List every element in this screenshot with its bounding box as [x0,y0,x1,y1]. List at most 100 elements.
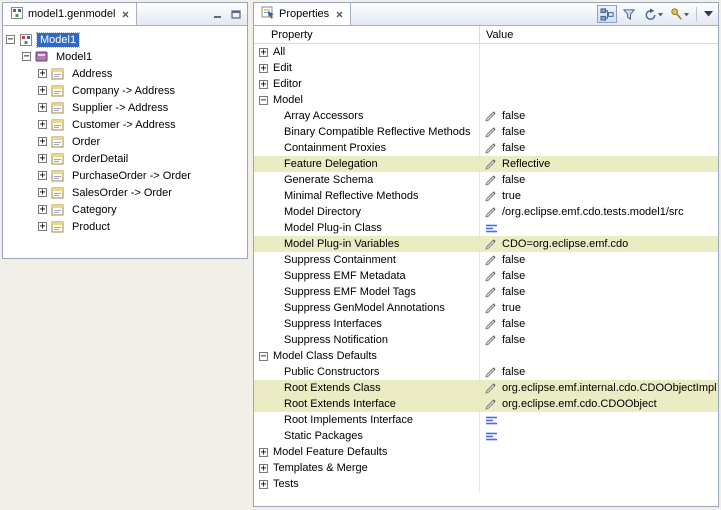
property-row[interactable]: Array Accessorsfalse [254,108,718,124]
category-expander-icon[interactable]: + [259,48,268,57]
property-value-cell[interactable] [480,92,718,108]
property-row[interactable]: Suppress GenModel Annotationstrue [254,300,718,316]
property-row[interactable]: Suppress Interfacesfalse [254,316,718,332]
maximize-button[interactable] [228,7,243,22]
property-row[interactable]: Minimal Reflective Methodstrue [254,188,718,204]
property-value-cell[interactable]: org.eclipse.emf.cdo.CDOObject [480,396,718,412]
property-category-row[interactable]: +All [254,44,718,60]
property-row[interactable]: Public Constructorsfalse [254,364,718,380]
property-row[interactable]: Suppress EMF Metadatafalse [254,268,718,284]
property-row[interactable]: Feature DelegationReflective [254,156,718,172]
tree-item[interactable]: +SalesOrder -> Order [3,184,247,201]
property-row[interactable]: Suppress EMF Model Tagsfalse [254,284,718,300]
property-row[interactable]: Model Plug-in Class [254,220,718,236]
tree-expander-icon[interactable]: + [38,171,47,180]
property-row[interactable]: Binary Compatible Reflective Methodsfals… [254,124,718,140]
tree-item[interactable]: +Category [3,201,247,218]
property-row[interactable]: Generate Schemafalse [254,172,718,188]
property-row[interactable]: Model Plug-in VariablesCDO=org.eclipse.e… [254,236,718,252]
property-value-cell[interactable]: true [480,188,718,204]
view-menu-icon[interactable] [702,5,715,23]
property-value-cell[interactable]: false [480,140,718,156]
property-value-cell[interactable]: CDO=org.eclipse.emf.cdo [480,236,718,252]
close-icon[interactable] [336,11,343,18]
tree-item[interactable]: −Model1 [3,31,247,48]
property-category-row[interactable]: +Tests [254,476,718,492]
property-row[interactable]: Model Directory/org.eclipse.emf.cdo.test… [254,204,718,220]
show-categories-icon[interactable] [597,5,617,23]
tab-model1-genmodel[interactable]: model1.genmodel [3,3,137,25]
tree-item[interactable]: +PurchaseOrder -> Order [3,167,247,184]
property-value-cell[interactable]: Reflective [480,156,718,172]
tree-item[interactable]: +Order [3,133,247,150]
category-expander-icon[interactable]: + [259,464,268,473]
property-value-cell[interactable]: false [480,284,718,300]
property-value-cell[interactable]: false [480,316,718,332]
tree-item[interactable]: +Product [3,218,247,235]
property-row[interactable]: Static Packages [254,428,718,444]
show-advanced-properties-icon[interactable] [619,5,639,23]
property-value-cell[interactable] [480,412,718,428]
property-row[interactable]: Root Extends Classorg.eclipse.emf.intern… [254,380,718,396]
property-value-cell[interactable] [480,428,718,444]
category-expander-icon[interactable]: − [259,352,268,361]
tree-expander-icon[interactable]: + [38,205,47,214]
tree-expander-icon[interactable]: + [38,120,47,129]
tree-item[interactable]: +Supplier -> Address [3,99,247,116]
property-category-row[interactable]: +Editor [254,76,718,92]
property-row[interactable]: Containment Proxiesfalse [254,140,718,156]
property-value-cell[interactable] [480,44,718,60]
property-value-cell[interactable] [480,476,718,492]
property-value-cell[interactable] [480,60,718,76]
tree-expander-icon[interactable]: + [38,154,47,163]
tree-expander-icon[interactable]: − [22,52,31,61]
property-category-row[interactable]: +Edit [254,60,718,76]
tab-properties[interactable]: Properties [254,3,351,25]
property-value-cell[interactable]: true [480,300,718,316]
property-row[interactable]: Suppress Notificationfalse [254,332,718,348]
restore-default-value-icon[interactable] [641,5,665,23]
property-category-row[interactable]: +Model Feature Defaults [254,444,718,460]
category-expander-icon[interactable]: − [259,96,268,105]
tree-item[interactable]: +OrderDetail [3,150,247,167]
property-value-cell[interactable] [480,460,718,476]
property-value-cell[interactable]: false [480,252,718,268]
property-category-row[interactable]: +Templates & Merge [254,460,718,476]
property-category-row[interactable]: −Model Class Defaults [254,348,718,364]
property-value-cell[interactable] [480,76,718,92]
tree-item[interactable]: +Company -> Address [3,82,247,99]
property-value-cell[interactable]: false [480,124,718,140]
category-expander-icon[interactable]: + [259,448,268,457]
tree-expander-icon[interactable]: − [6,35,15,44]
property-row[interactable]: Root Implements Interface [254,412,718,428]
property-row[interactable]: Root Extends Interfaceorg.eclipse.emf.cd… [254,396,718,412]
category-expander-icon[interactable]: + [259,80,268,89]
category-expander-icon[interactable]: + [259,64,268,73]
property-value-cell[interactable]: false [480,108,718,124]
tree-expander-icon[interactable]: + [38,222,47,231]
property-category-row[interactable]: −Model [254,92,718,108]
property-value-cell[interactable]: false [480,172,718,188]
property-value-cell[interactable]: false [480,364,718,380]
category-expander-icon[interactable]: + [259,480,268,489]
property-value-cell[interactable]: /org.eclipse.emf.cdo.tests.model1/src [480,204,718,220]
tree-item[interactable]: −Model1 [3,48,247,65]
tree-expander-icon[interactable]: + [38,86,47,95]
pin-view-icon[interactable] [667,5,691,23]
writable-icon [485,255,498,266]
property-value-cell[interactable]: false [480,268,718,284]
tree-expander-icon[interactable]: + [38,188,47,197]
property-value-cell[interactable] [480,348,718,364]
tree-expander-icon[interactable]: + [38,69,47,78]
minimize-button[interactable] [210,7,225,22]
property-value-cell[interactable] [480,220,718,236]
close-icon[interactable] [122,11,129,18]
property-value-cell[interactable] [480,444,718,460]
tree-expander-icon[interactable]: + [38,103,47,112]
tree-expander-icon[interactable]: + [38,137,47,146]
property-value-cell[interactable]: false [480,332,718,348]
tree-item[interactable]: +Address [3,65,247,82]
property-value-cell[interactable]: org.eclipse.emf.internal.cdo.CDOObjectIm… [480,380,718,396]
property-row[interactable]: Suppress Containmentfalse [254,252,718,268]
tree-item[interactable]: +Customer -> Address [3,116,247,133]
